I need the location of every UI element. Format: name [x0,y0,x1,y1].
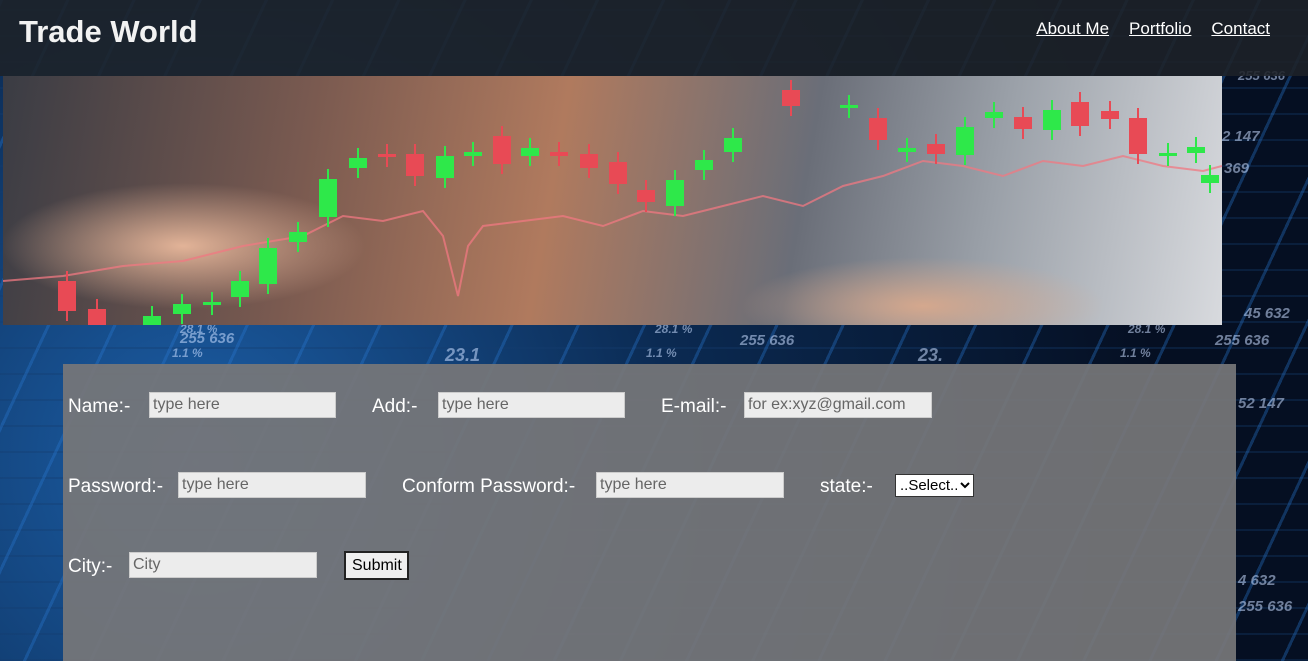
hero-image [3,76,1222,325]
confirm-password-input[interactable] [596,472,784,498]
candle-body [464,152,482,156]
bg-number: 1.1 % [1120,346,1151,360]
bg-number: 1.1 % [172,346,203,360]
nav-link-about-me[interactable]: About Me [1036,19,1109,39]
bg-number: 45 632 [1244,305,1290,322]
address-label: Add:- [372,396,418,417]
candle-body [143,316,161,325]
candle-body [609,162,627,184]
state-select[interactable]: ..Select.. [895,474,974,497]
candle-body [898,148,916,152]
confirm-password-label: Conform Password:- [402,476,576,497]
candle-body [378,154,396,157]
email-input[interactable] [744,392,932,418]
registration-form: Name:- Add:- E-mail:- Password:- Conform… [63,364,1236,661]
candle-body [927,144,945,154]
candle-body [1101,111,1119,119]
candle-body [1043,110,1061,130]
candle-body [231,281,249,297]
candle-body [956,127,974,155]
candle-body [695,160,713,170]
candle-body [1159,153,1177,156]
candle-body [666,180,684,206]
bg-number: 255 636 [740,332,795,349]
candle-body [58,281,76,311]
candle-body [289,232,307,242]
candle-body [173,304,191,314]
candle-body [493,136,511,164]
name-input[interactable] [149,392,336,418]
nav-link-portfolio[interactable]: Portfolio [1129,19,1191,39]
bg-number: 2 147 [1222,128,1260,145]
nav-link-contact[interactable]: Contact [1211,19,1270,39]
candle-body [88,309,106,325]
candle-body [580,154,598,168]
candle-body [1071,102,1089,126]
candle-body [782,90,800,106]
candle-body [724,138,742,152]
bg-number: 23. [918,345,944,365]
candle-body [869,118,887,140]
candle-body [436,156,454,178]
bg-number: 52 147 [1238,395,1284,412]
bg-number: 23.1 [445,345,481,365]
candle-body [349,158,367,168]
submit-button[interactable]: Submit [344,551,409,580]
password-input[interactable] [178,472,366,498]
email-label: E-mail:- [661,396,727,417]
candle-body [985,112,1003,118]
bg-number: 255 636 [1238,598,1293,615]
candle-body [1201,175,1219,183]
candle-body [406,154,424,176]
city-input[interactable] [129,552,317,578]
candle-body [1014,117,1032,129]
bg-number: 1.1 % [646,346,677,360]
city-label: City:- [68,556,113,577]
candle-body [521,148,539,156]
bg-number: 369 [1224,160,1250,177]
nav-links: About Me Portfolio Contact [1036,19,1270,39]
candle-body [637,190,655,202]
site-title: Trade World [19,14,198,49]
candle-body [1187,147,1205,153]
password-label: Password:- [68,476,164,497]
bg-number: 255 636 [1215,332,1270,349]
candle-body [259,248,277,284]
candle-body [319,179,337,217]
candle-body [550,152,568,156]
candlestick-illustration [3,80,1222,325]
address-input[interactable] [438,392,625,418]
state-label: state:- [820,476,873,497]
candle-body [1129,118,1147,154]
candle-body [203,302,221,305]
candle-body [840,105,858,108]
name-label: Name:- [68,396,131,417]
navbar: Trade World About Me Portfolio Contact [0,0,1308,76]
bg-number: 4 632 [1238,572,1276,589]
